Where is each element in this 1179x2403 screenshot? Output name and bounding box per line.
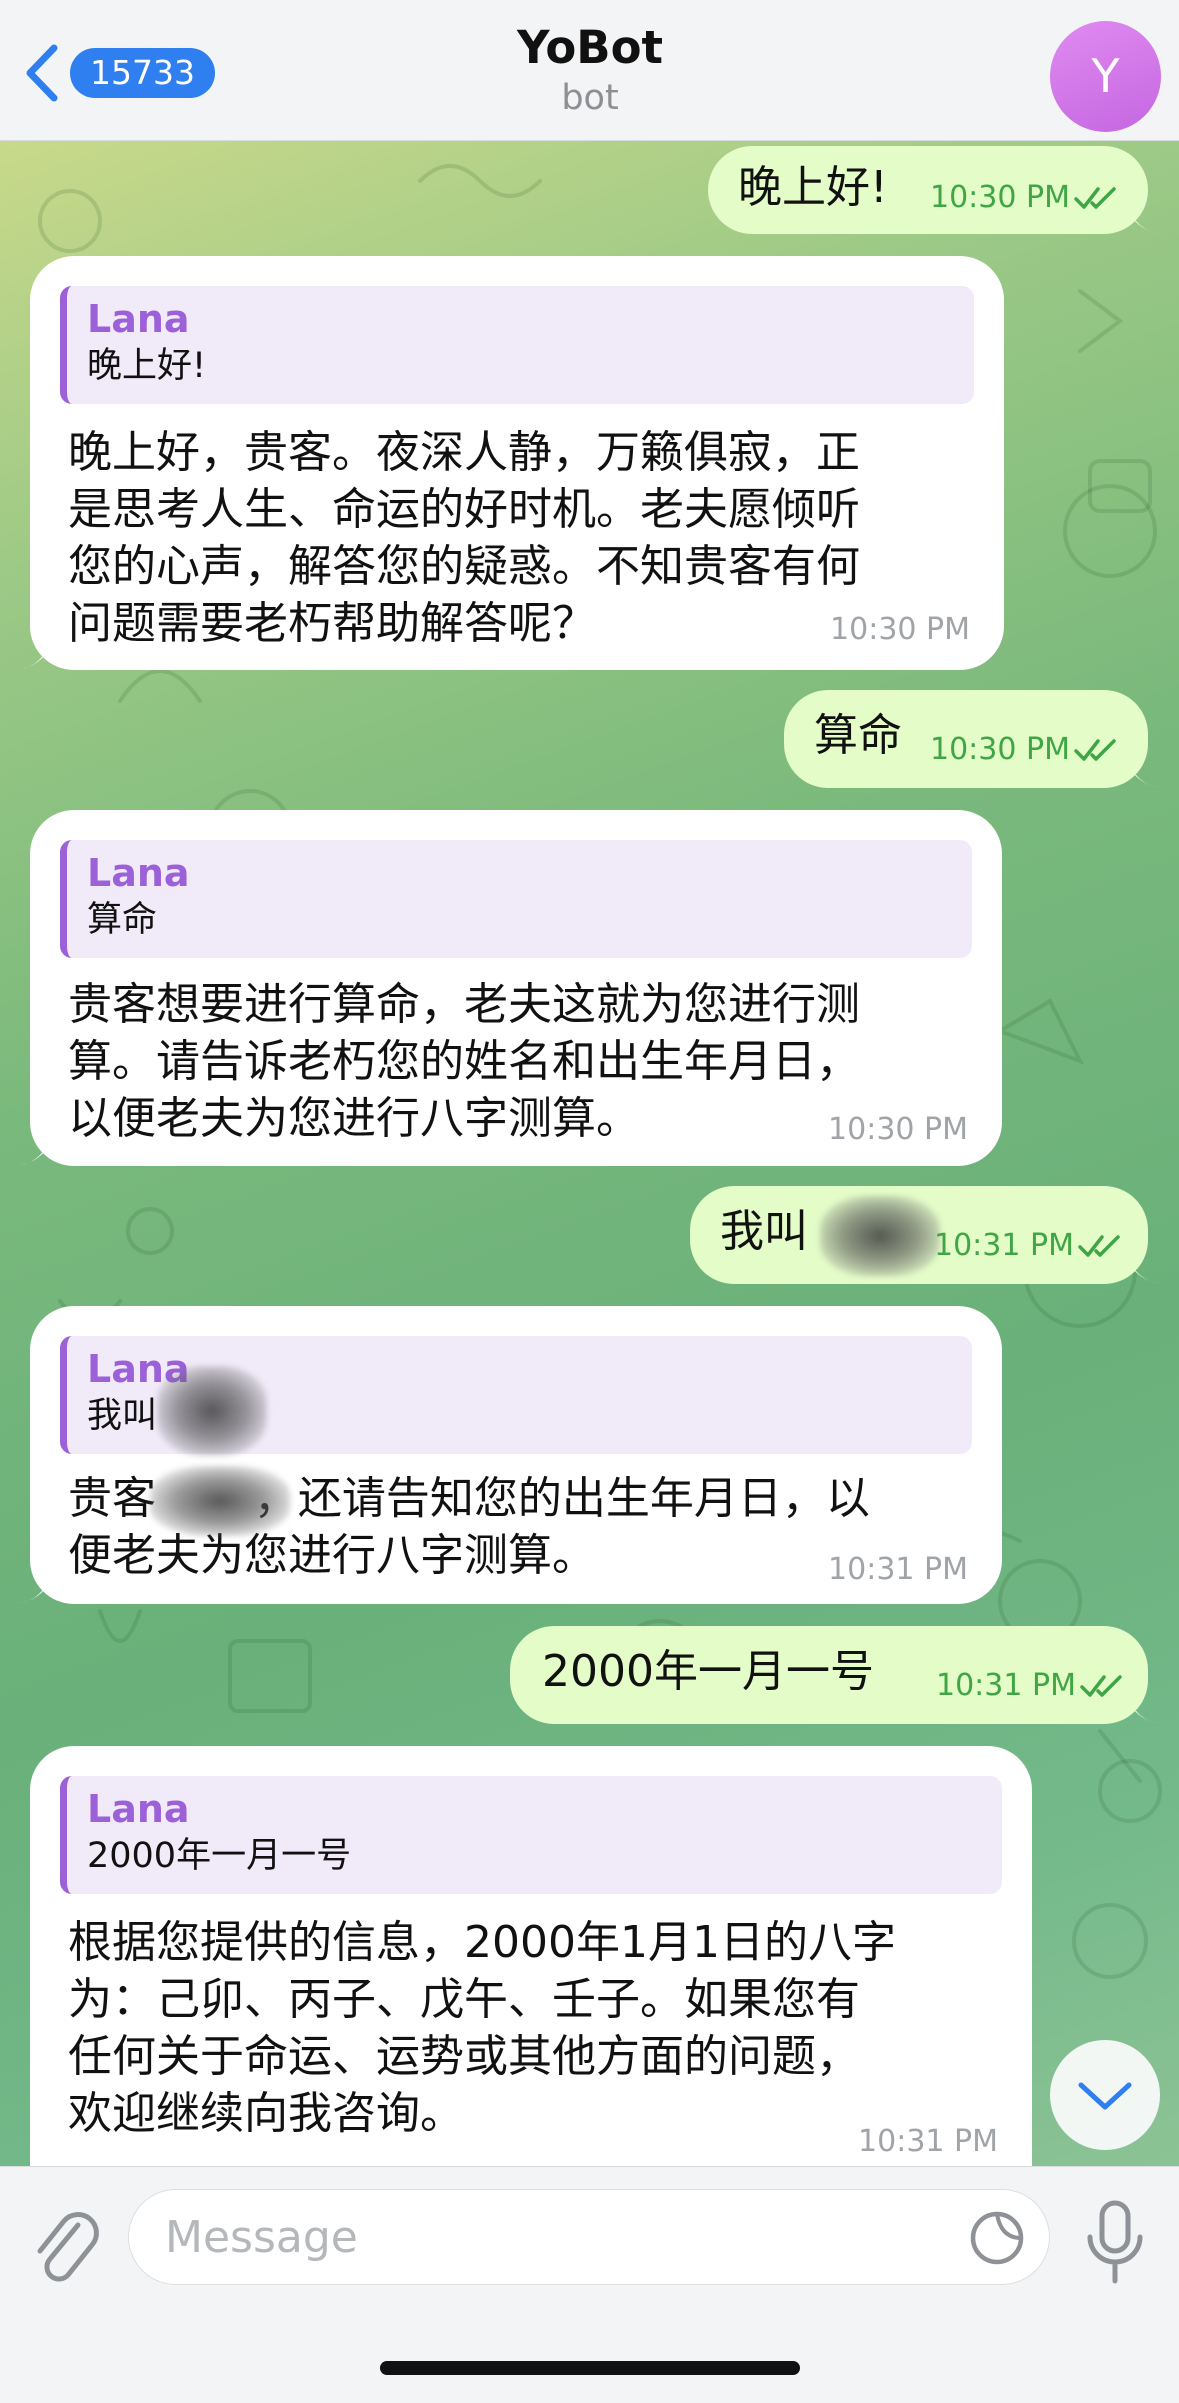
message-field[interactable] xyxy=(128,2189,1050,2285)
message-text: 晚上好! xyxy=(738,162,888,213)
home-indicator xyxy=(380,2361,800,2375)
message-time-text: 10:30 PM xyxy=(930,180,1070,215)
sticker-icon[interactable] xyxy=(967,2208,1027,2268)
bubble-tail-icon xyxy=(1128,200,1162,234)
message-incoming[interactable]: Lana 算命 贵客想要进行算命，老夫这就为您进行测 算。请告诉老朽您的姓名和出… xyxy=(16,810,1002,1166)
quote-author: Lana xyxy=(87,1787,190,1831)
scroll-to-bottom-button[interactable] xyxy=(1050,2040,1160,2150)
chat-title-area[interactable]: YoBot bot xyxy=(340,20,840,120)
message-time: 10:30 PM xyxy=(830,612,970,647)
double-check-icon xyxy=(1074,187,1116,209)
message-text: 2000年一月一号 xyxy=(542,1646,874,1697)
message-text: 根据您提供的信息，2000年1月1日的八字 为：己卯、丙子、戊午、壬子。如果您有… xyxy=(68,1917,896,2139)
message-time-text: 10:31 PM xyxy=(934,1228,1074,1263)
bubble-tail-icon xyxy=(16,636,50,670)
reply-quote[interactable]: Lana 算命 xyxy=(60,840,972,958)
message-time-text: 10:30 PM xyxy=(930,732,1070,767)
paperclip-icon[interactable] xyxy=(26,2203,106,2299)
reply-quote[interactable]: Lana 我叫 xyxy=(60,1336,972,1456)
message-time: 10:31 PM xyxy=(936,1666,1126,1706)
double-check-icon xyxy=(1078,1235,1120,1257)
redacted-blur xyxy=(157,1366,267,1456)
message-time: 10:30 PM xyxy=(828,1112,968,1147)
message-time: 10:31 PM xyxy=(828,1552,968,1587)
composer-bar xyxy=(0,2166,1179,2403)
bubble-tail-icon xyxy=(1128,1250,1162,1284)
message-input[interactable] xyxy=(165,2190,945,2284)
back-button[interactable]: 15733 xyxy=(20,40,215,106)
message-time-text: 10:31 PM xyxy=(936,1668,1076,1703)
reply-quote[interactable]: Lana 晚上好! xyxy=(60,286,974,404)
message-incoming[interactable]: Lana 晚上好! 晚上好，贵客。夜深人静，万籁俱寂，正 是思考人生、命运的好时… xyxy=(16,256,1004,670)
avatar[interactable]: Y xyxy=(1050,21,1161,132)
double-check-icon xyxy=(1080,1675,1122,1697)
bubble-tail-icon xyxy=(1128,754,1162,788)
chat-subtitle: bot xyxy=(561,78,619,118)
redacted-blur xyxy=(150,1466,290,1536)
message-outgoing[interactable]: 2000年一月一号 10:31 PM xyxy=(510,1626,1162,1724)
quote-text: 我叫 xyxy=(87,1396,158,1436)
message-incoming[interactable]: Lana 我叫 贵客 ，还请告知您的出生年月日，以 便老夫为您进行八字测算。 1… xyxy=(16,1306,1002,1604)
message-time: 10:30 PM xyxy=(930,178,1120,218)
message-outgoing[interactable]: 晚上好! 10:30 PM xyxy=(708,146,1162,234)
quote-text: 2000年一月一号 xyxy=(87,1836,352,1876)
double-check-icon xyxy=(1074,739,1116,761)
quote-author: Lana xyxy=(87,851,190,895)
bubble-tail-icon xyxy=(1128,1690,1162,1724)
message-text: 我叫 xyxy=(720,1206,808,1257)
chat-title: YoBot xyxy=(516,21,664,74)
message-text: 算命 xyxy=(814,710,902,761)
message-time: 10:30 PM xyxy=(930,730,1120,770)
message-time: 10:31 PM xyxy=(934,1226,1124,1266)
message-incoming[interactable]: Lana 2000年一月一号 根据您提供的信息，2000年1月1日的八字 为：己… xyxy=(30,1746,1032,2166)
microphone-icon[interactable] xyxy=(1080,2197,1150,2287)
chevron-down-icon xyxy=(1078,2082,1132,2110)
message-time: 10:31 PM xyxy=(858,2124,998,2159)
reply-quote[interactable]: Lana 2000年一月一号 xyxy=(60,1776,1002,1894)
quote-author: Lana xyxy=(87,297,190,341)
chat-header: 15733 YoBot bot Y xyxy=(0,0,1179,141)
bubble-tail-icon xyxy=(16,1570,50,1604)
bubble-tail-icon xyxy=(16,1132,50,1166)
redacted-blur xyxy=(820,1196,940,1276)
quote-text: 算命 xyxy=(87,900,158,940)
message-outgoing[interactable]: 算命 10:30 PM xyxy=(784,690,1162,788)
message-outgoing[interactable]: 我叫 10:31 PM xyxy=(690,1186,1162,1284)
quote-text: 晚上好! xyxy=(87,346,207,386)
unread-count-badge: 15733 xyxy=(70,48,215,98)
chevron-left-icon xyxy=(26,44,58,102)
